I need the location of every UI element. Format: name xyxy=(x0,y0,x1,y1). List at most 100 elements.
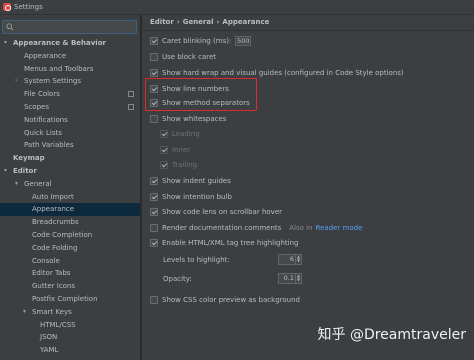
tree-item[interactable]: Appearance xyxy=(0,50,140,63)
tree-item[interactable]: ▾ Appearance & Behavior xyxy=(0,37,140,50)
whitespaces-option[interactable]: Show whitespaces xyxy=(150,113,226,124)
tree-item-label: Appearance xyxy=(24,51,67,60)
window-title: Settings xyxy=(14,3,43,11)
reader-mode-link[interactable]: Reader mode xyxy=(316,224,363,232)
tree-item[interactable]: YAML xyxy=(0,344,140,357)
tree-item-label: General xyxy=(24,179,52,188)
tree-item[interactable]: Notifications xyxy=(0,114,140,127)
code-lens-option[interactable]: Show code lens on scrollbar hover xyxy=(150,206,282,217)
settings-content: Editor › General › Appearance Caret blinking… xyxy=(142,15,474,360)
chevron-down-icon[interactable]: ▾ xyxy=(4,165,7,178)
tree-item[interactable]: Scopes xyxy=(0,101,140,114)
tree-item-label: Appearance xyxy=(32,205,75,214)
tree-item[interactable]: Quick Lists xyxy=(0,127,140,140)
opacity-row: Opacity: xyxy=(163,273,192,285)
levels-row: Levels to highlight: xyxy=(163,254,230,266)
css-color-option[interactable]: Show CSS color preview as background xyxy=(150,294,300,305)
tree-item[interactable]: Gutter Icons xyxy=(0,280,140,293)
tree-item-label: Notifications xyxy=(24,115,68,124)
render-docs-option[interactable]: Render documentation comments Also in Re… xyxy=(150,222,362,233)
caret-blinking-option[interactable]: Caret blinking (ms): 500 xyxy=(150,35,252,46)
tree-item[interactable]: JSON xyxy=(0,331,140,344)
html-tag-tree-checkbox[interactable] xyxy=(150,238,158,247)
tree-item-label: Gutter Icons xyxy=(32,282,76,291)
block-caret-option[interactable]: Use block caret xyxy=(150,51,216,62)
levels-spinner[interactable]: 6 ▲ ▼ xyxy=(278,254,302,265)
intention-bulb-label: Show intention bulb xyxy=(162,192,232,201)
tree-item-label: JSON xyxy=(40,333,58,342)
settings-search[interactable] xyxy=(2,20,137,34)
intention-bulb-option[interactable]: Show intention bulb xyxy=(150,191,232,202)
caret-blinking-checkbox[interactable] xyxy=(150,36,158,45)
indent-guides-option[interactable]: Show indent guides xyxy=(150,175,231,186)
indent-guides-checkbox[interactable] xyxy=(150,176,158,185)
tree-item[interactable]: Editor Tabs xyxy=(0,267,140,280)
tree-item[interactable]: ▾ Smart Keys xyxy=(0,306,140,319)
block-caret-label: Use block caret xyxy=(162,52,217,61)
search-input[interactable] xyxy=(17,23,127,31)
caret-blinking-ms-field[interactable]: 500 xyxy=(235,35,252,46)
leading-option: Leading xyxy=(160,128,200,139)
tree-item[interactable]: HTML/CSS xyxy=(0,319,140,332)
inner-checkbox xyxy=(160,145,168,154)
block-caret-checkbox[interactable] xyxy=(150,52,158,61)
tree-item[interactable]: Breadcrumbs xyxy=(0,216,140,229)
tree-item[interactable]: File Colors xyxy=(0,88,140,101)
hard-wrap-label: Show hard wrap and visual guides (config… xyxy=(162,68,404,77)
intention-bulb-checkbox[interactable] xyxy=(150,192,158,201)
css-color-checkbox[interactable] xyxy=(150,295,158,304)
html-tag-tree-option[interactable]: Enable HTML/XML tag tree highlighting xyxy=(150,237,298,248)
tree-item[interactable]: ▾ Editor xyxy=(0,165,140,178)
tree-item-label: HTML/CSS xyxy=(40,320,76,329)
app-icon xyxy=(3,3,11,11)
hard-wrap-option[interactable]: Show hard wrap and visual guides (config… xyxy=(150,67,404,78)
tree-item-label: Appearance & Behavior xyxy=(13,39,106,47)
tree-item[interactable]: Code Completion xyxy=(0,229,140,242)
chevron-right-icon[interactable]: › xyxy=(15,75,17,88)
whitespaces-label: Show whitespaces xyxy=(162,114,227,123)
tree-item-label: Smart Keys xyxy=(32,307,72,316)
tree-item[interactable]: Code Folding xyxy=(0,242,140,255)
tree-item[interactable]: Console xyxy=(0,255,140,268)
trailing-checkbox xyxy=(160,160,168,169)
render-docs-label: Render documentation comments xyxy=(162,223,282,232)
inner-label: Inner xyxy=(172,145,191,154)
tree-item[interactable]: Keymap xyxy=(0,152,140,165)
tree-item[interactable]: ▾ General xyxy=(0,178,140,191)
project-scope-icon xyxy=(128,103,134,110)
tree-item-label: Editor Tabs xyxy=(32,269,71,278)
tree-item[interactable]: Menus and Toolbars xyxy=(0,63,140,76)
breadcrumb-editor[interactable]: Editor xyxy=(150,18,174,26)
css-color-label: Show CSS color preview as background xyxy=(162,295,300,304)
code-lens-checkbox[interactable] xyxy=(150,207,158,216)
tree-item[interactable]: Postfix Completion xyxy=(0,293,140,306)
code-lens-label: Show code lens on scrollbar hover xyxy=(162,207,282,216)
breadcrumb-separator: › xyxy=(176,18,180,26)
spinner-arrows-icon[interactable]: ▲ ▼ xyxy=(295,274,301,283)
project-scope-icon xyxy=(128,91,134,98)
also-in-text: Also in xyxy=(289,223,313,232)
breadcrumb-general[interactable]: General xyxy=(183,18,214,26)
tree-item-label: File Colors xyxy=(24,90,60,99)
search-icon xyxy=(6,23,14,31)
tree-item-label: Breadcrumbs xyxy=(32,218,79,227)
breadcrumb: Editor › General › Appearance xyxy=(150,18,272,26)
divider xyxy=(142,30,474,31)
whitespaces-checkbox[interactable] xyxy=(150,114,158,123)
render-docs-checkbox[interactable] xyxy=(150,223,158,232)
tree-item[interactable]: › System Settings xyxy=(0,75,140,88)
chevron-down-icon[interactable]: ▾ xyxy=(23,306,26,319)
tree-item[interactable]: Appearance xyxy=(0,203,140,217)
leading-checkbox xyxy=(160,129,168,138)
hard-wrap-checkbox[interactable] xyxy=(150,68,158,77)
chevron-down-icon[interactable]: ▾ xyxy=(4,37,7,50)
chevron-down-icon[interactable]: ▾ xyxy=(15,178,18,191)
tree-item-label: Scopes xyxy=(24,102,49,111)
tree-item-label: Auto Import xyxy=(32,192,74,201)
trailing-label: Trailing xyxy=(172,160,198,169)
opacity-spinner[interactable]: 0.1 ▲ ▼ xyxy=(278,273,302,284)
spinner-arrows-icon[interactable]: ▲ ▼ xyxy=(295,255,301,264)
window-titlebar: Settings xyxy=(0,0,474,15)
tree-item[interactable]: Auto Import xyxy=(0,191,140,204)
tree-item[interactable]: Path Variables xyxy=(0,139,140,152)
